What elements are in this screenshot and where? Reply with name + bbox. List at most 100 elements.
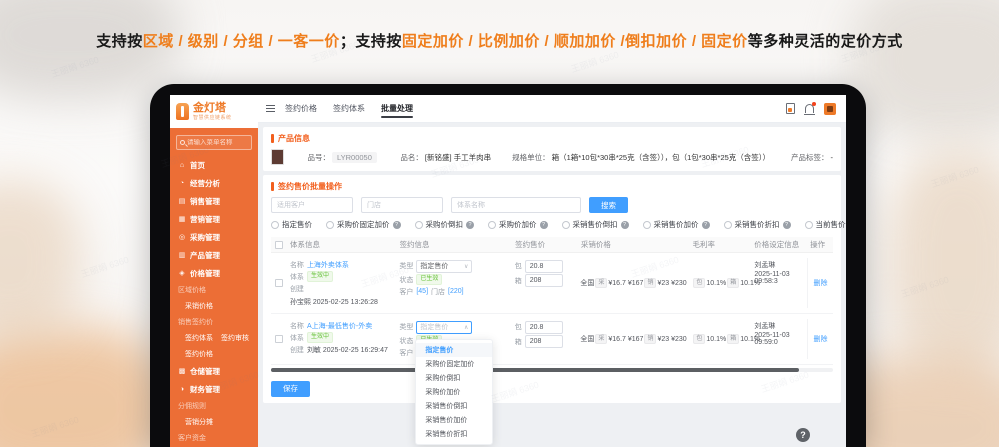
product-image: [271, 149, 284, 165]
dropdown-option-purchase-markup[interactable]: 采购价加价: [416, 385, 492, 399]
radio-specified-price[interactable]: 指定售价: [271, 219, 312, 230]
radio-sale-discount[interactable]: 采销售价折扣?: [723, 219, 791, 230]
sidebar-item-label: 区域价格: [178, 287, 206, 294]
sidebar-item-product[interactable]: ▥ 产品管理: [170, 246, 258, 264]
search-button[interactable]: 搜索: [589, 197, 628, 213]
sidebar-item-warehouse[interactable]: ▩ 仓储管理: [170, 362, 258, 380]
price-type-select[interactable]: 指定售价 ∨: [416, 259, 473, 273]
product-name-field: 品名： [新铭盛] 手工羊肉串: [400, 152, 491, 163]
sidebar-item-purchase[interactable]: ◎ 采购管理: [170, 228, 258, 246]
sidebar-item-finance[interactable]: ◑ 财务管理: [170, 380, 258, 398]
sidebar-item-marketing[interactable]: ▦ 营销管理: [170, 210, 258, 228]
sidebar-item-home[interactable]: ⌂ 首页: [170, 156, 258, 174]
help-question-icon[interactable]: ?: [539, 220, 548, 229]
box-price-input[interactable]: 208: [524, 274, 563, 287]
pack-price-input[interactable]: 20.8: [524, 259, 563, 273]
tab-batch-process[interactable]: 批量处理: [381, 95, 413, 122]
collapse-menu-icon[interactable]: [266, 105, 275, 112]
row-checkbox[interactable]: [274, 279, 283, 287]
pricing-mode-radios: 指定售价 采购价固定加价? 采购价倒扣? 采购价加价? 采销售价倒扣? 采销售价…: [271, 219, 846, 230]
price-type-select-open[interactable]: 指定售价 ∧ 指定售价 采购价固定加价 采购价倒扣 采购价加价 采销售价倒扣 采…: [415, 320, 494, 445]
row-checkbox[interactable]: [274, 335, 283, 343]
scrollbar-thumb[interactable]: [271, 368, 800, 372]
radio-sale-reverse[interactable]: 采销售价倒扣?: [561, 219, 629, 230]
dropdown-option-sale-markup[interactable]: 采销售价加价: [416, 413, 492, 427]
cell-label: 创建: [289, 346, 304, 354]
store-filter-input[interactable]: [361, 197, 443, 213]
system-name-link[interactable]: A上海-最低售价-外卖: [307, 321, 372, 331]
product-name: [新铭盛] 手工羊肉串: [424, 152, 492, 162]
help-question-icon[interactable]: ?: [620, 220, 629, 229]
sidebar-item-label: 客户资金: [178, 435, 206, 442]
dropdown-option-purchase-fixed-markup[interactable]: 采购价固定加价: [416, 357, 492, 371]
box-price-input[interactable]: 208: [524, 335, 563, 348]
help-button[interactable]: ?: [796, 428, 810, 442]
pack-price-input[interactable]: 20.8: [524, 320, 563, 334]
sidebar-item-sign-review[interactable]: 签约审核: [221, 333, 249, 343]
dropdown-option-purchase-reverse[interactable]: 采购价倒扣: [416, 371, 492, 385]
tab-sign-system[interactable]: 签约体系: [333, 95, 365, 122]
dropdown-option-sale-discount[interactable]: 采销售价折扣: [416, 427, 492, 441]
sidebar-item-label: 产品管理: [190, 250, 220, 260]
column-header: 签约售价: [515, 240, 546, 249]
laptop-frame: 金灯塔 智慧供应链系统 ⌂首页 ◔经营分析 ▤销售管理 ▦营销管理 ◎采购管理 …: [150, 84, 866, 447]
customer-count-link[interactable]: [45]: [416, 288, 428, 295]
analysis-icon: ◔: [179, 179, 185, 187]
tab-sign-price[interactable]: 签约价格: [285, 95, 317, 122]
sidebar-item-sales[interactable]: ▤ 销售管理: [170, 192, 258, 210]
sidebar-item-sign-system[interactable]: 签约体系: [185, 333, 213, 343]
radio-purchase-fixed-markup[interactable]: 采购价固定加价?: [326, 219, 401, 230]
sidebar-item-price[interactable]: ◈ 价格管理: [170, 264, 258, 282]
menu-search-input[interactable]: [187, 139, 247, 146]
headline: 支持按区域 / 级别 / 分组 / 一客一价；支持按固定加价 / 比例加价 / …: [0, 30, 999, 51]
sidebar-item-analysis[interactable]: ◔ 经营分析: [170, 174, 258, 192]
help-question-icon[interactable]: ?: [466, 220, 474, 229]
radio-sale-markup[interactable]: 采销售价加价?: [642, 219, 710, 230]
section-title-text: 产品信息: [278, 134, 310, 143]
system-name-link[interactable]: 上海外卖体系: [307, 260, 349, 270]
notification-bell-icon[interactable]: [804, 102, 816, 115]
select-all-checkbox[interactable]: [274, 240, 283, 249]
avatar[interactable]: [824, 102, 836, 115]
radio-purchase-reverse[interactable]: 采购价倒扣?: [414, 219, 474, 230]
sale-tag: 销: [644, 278, 657, 288]
marketing-icon: ▦: [178, 216, 186, 223]
product-code: LYR00050: [332, 151, 377, 163]
save-button[interactable]: 保存: [271, 380, 310, 397]
help-question-icon[interactable]: ?: [782, 220, 791, 229]
sidebar-item-caixiao-price[interactable]: 采销价格: [170, 298, 258, 314]
sidebar-item-label: 财务管理: [190, 384, 220, 394]
store-count-link[interactable]: [220]: [448, 288, 464, 295]
document-icon[interactable]: [786, 103, 795, 114]
sidebar-group-commission[interactable]: 分佣规则: [170, 398, 258, 414]
created-info: 孙宝熙 2025-02-25 13:26:28: [289, 298, 378, 306]
sidebar-group-sales-sign[interactable]: 销售签约价: [170, 314, 258, 330]
cell-label: 箱: [514, 277, 522, 285]
topbar-icons: [786, 102, 836, 115]
select-value: 指定售价: [420, 263, 449, 270]
cell-label: 包: [514, 263, 522, 270]
sidebar-item-label: 销售签约价: [178, 319, 213, 326]
dropdown-option-specified-price[interactable]: 指定售价: [416, 342, 493, 357]
sale-prices: ¥23 ¥230: [657, 335, 687, 343]
sidebar-item-marketing-share[interactable]: 营销分摊: [170, 414, 258, 430]
sale-tag: 销: [644, 334, 657, 344]
customer-filter-input[interactable]: [271, 197, 353, 213]
radio-purchase-markup[interactable]: 采购价加价?: [488, 219, 548, 230]
sidebar-group-customer-funds[interactable]: 客户资金: [170, 430, 258, 446]
background-blur-blob: [889, 150, 999, 370]
sidebar-group-region-price[interactable]: 区域价格: [170, 282, 258, 298]
finance-icon: ◑: [179, 385, 185, 393]
sidebar-item-sign-price[interactable]: 签约价格: [170, 346, 258, 362]
watermark-text: 王丽娟 6360: [899, 274, 951, 300]
menu-search-box[interactable]: [176, 135, 252, 150]
dropdown-option-sale-reverse[interactable]: 采销售价倒扣: [416, 399, 492, 413]
system-name-filter-input[interactable]: [451, 197, 581, 213]
help-question-icon[interactable]: ?: [392, 220, 401, 229]
help-question-icon[interactable]: ?: [701, 220, 710, 229]
delete-link[interactable]: 删除: [814, 334, 828, 344]
background-blur-blob: [0, 180, 80, 340]
product-spec-field: 规格单位： 箱（1箱*10包*30串*25克（含签）），包（1包*30串*25克（…: [512, 152, 770, 163]
delete-link[interactable]: 删除: [814, 278, 828, 288]
radio-current-price-adjust[interactable]: 当前售价调整?: [804, 219, 846, 230]
